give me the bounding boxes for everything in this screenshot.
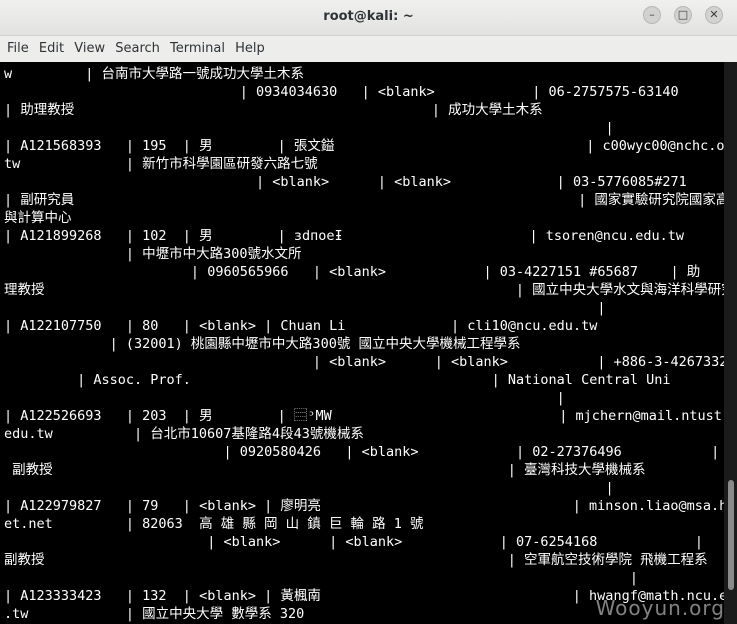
terminal-line: | <blank> | <blank> | +886-3-4267332	[4, 354, 724, 370]
terminal-line: .tw | 國立中央大學 數學系 320	[4, 606, 305, 622]
terminal-window: root@kali: ~ – □ ✕ File Edit View Search…	[0, 0, 737, 624]
menu-bar: File Edit View Search Terminal Help	[0, 36, 737, 62]
terminal-line: |	[4, 570, 638, 586]
terminal-line: | <blank> | <blank> | 07-6254168 |	[4, 534, 703, 550]
menu-file[interactable]: File	[6, 36, 32, 56]
terminal-line: | <blank> | <blank> | 03-5776085#271	[4, 174, 687, 190]
title-bar[interactable]: root@kali: ~ – □ ✕	[0, 0, 737, 36]
terminal-line: | A121899268 | 102 | 男 | ɜdпoeƗ | tsoren…	[4, 228, 684, 244]
terminal-line: w | 台南市大學路一號成功大學土木系	[4, 66, 305, 82]
terminal-line: | A122526693 | 203 | 男 | ⿳ᵓMW | mjchern@…	[4, 408, 724, 424]
terminal-line: 與計算中心 |	[4, 210, 724, 226]
vertical-scrollbar[interactable]	[724, 62, 737, 624]
menu-view[interactable]: View	[73, 36, 108, 56]
terminal-line: | A121568393 | 195 | 男 | 張文鎰 | c00wyc00@…	[4, 138, 724, 154]
close-button[interactable]: ✕	[705, 6, 723, 24]
terminal-line: | Assoc. Prof. | National Central Uni	[4, 372, 671, 388]
terminal-line: 理教授 | 國立中央大學水文與海洋科學研究所	[4, 282, 724, 298]
terminal-line: | A122979827 | 79 | <blank> | 廖明亮 | mins…	[4, 498, 724, 514]
terminal-line: | 助理教授 | 成功大學土木系	[4, 102, 543, 118]
terminal-line: | 0920580426 | <blank> | 02-27376496 |	[4, 444, 720, 460]
terminal-line: |	[4, 300, 606, 316]
terminal-line: | 副研究員 | 國家實驗研究院國家高速網路	[4, 192, 724, 208]
menu-terminal[interactable]: Terminal	[169, 36, 228, 56]
terminal-line: et.net | 82063 高 雄 縣 岡 山 鎮 巨 輪 路 1 號	[4, 516, 424, 532]
terminal-line: | 中壢市中大路300號水文所	[4, 246, 302, 262]
menu-help[interactable]: Help	[234, 36, 268, 56]
terminal-line: |	[4, 480, 614, 496]
terminal-line: |	[4, 120, 614, 136]
minimize-button[interactable]: –	[643, 6, 661, 24]
terminal-line: | A122107750 | 80 | <blank> | Chuan Li |…	[4, 318, 598, 334]
terminal-line: | (32001) 桃園縣中壢市中大路300號 國立中央大學機械工程學系	[4, 336, 521, 352]
maximize-button[interactable]: □	[674, 6, 692, 24]
scrollbar-thumb[interactable]	[728, 480, 734, 590]
watermark: Wooyun.org	[595, 596, 725, 620]
window-title: root@kali: ~	[323, 9, 414, 24]
terminal-line: | 0934034630 | <blank> | 06-2757575-6314…	[4, 84, 679, 100]
terminal-line: |	[4, 390, 565, 406]
terminal-line: 副教授 | 空軍航空技術學院 飛機工程系	[4, 552, 708, 568]
terminal-line: tw | 新竹市科學園區研發六路七號	[4, 156, 318, 172]
terminal-line: 副教授 | 臺灣科技大學機械系	[4, 462, 646, 478]
terminal-output[interactable]: w | 台南市大學路一號成功大學土木系 | 0934034630 | <blan…	[0, 62, 724, 624]
terminal-line: edu.tw | 台北市10607基隆路4段43號機械系	[4, 426, 364, 442]
terminal-line: | 0960565966 | <blank> | 03-4227151 #656…	[4, 264, 701, 280]
menu-edit[interactable]: Edit	[38, 36, 67, 56]
menu-search[interactable]: Search	[114, 36, 163, 56]
terminal-text[interactable]: w | 台南市大學路一號成功大學土木系 | 0934034630 | <blan…	[0, 62, 724, 623]
